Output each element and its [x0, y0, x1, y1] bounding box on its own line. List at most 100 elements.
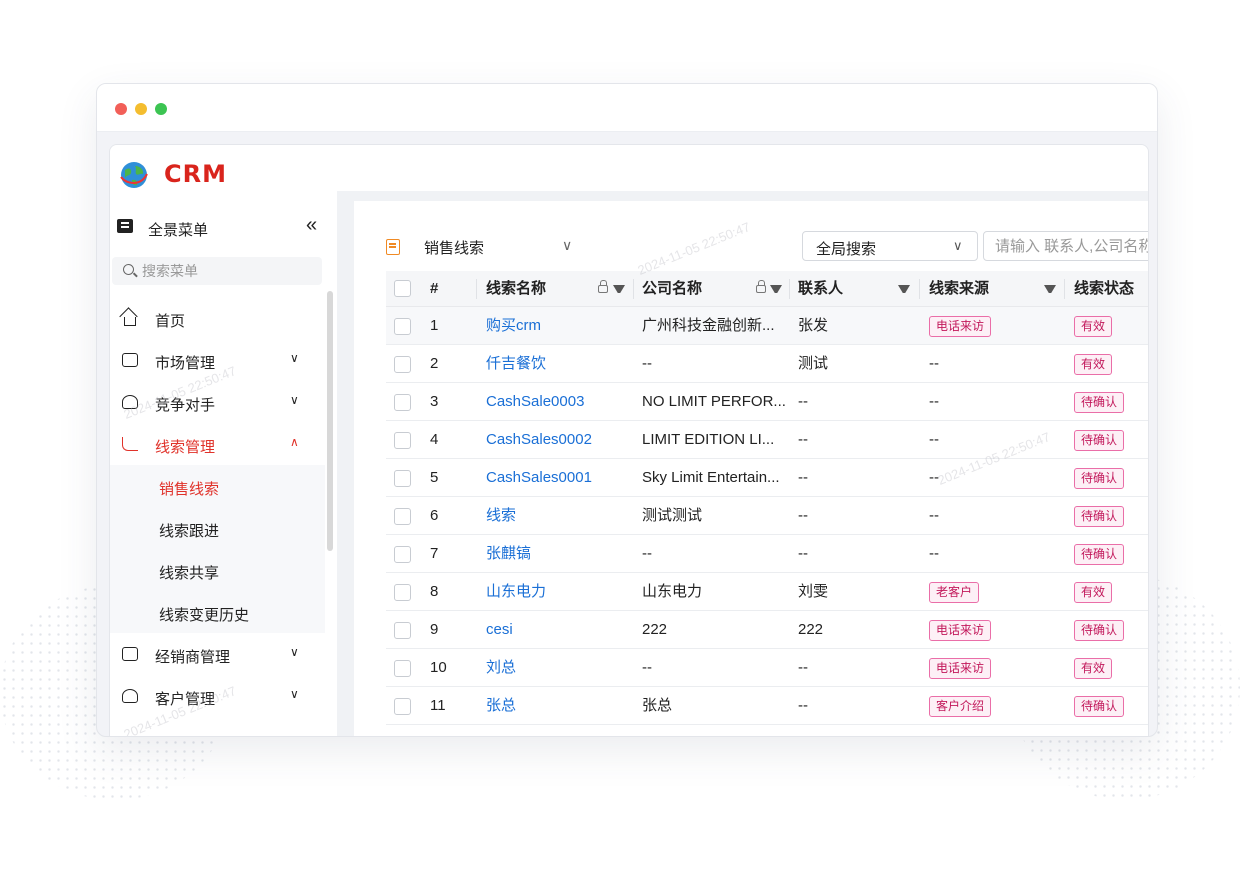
menu-search-input[interactable]	[142, 261, 312, 281]
main-panel: 销售线索 ∨ 全局搜索 ∨ # 线索名称 公司名称	[354, 201, 1148, 736]
customer-icon	[122, 689, 138, 703]
table-row[interactable]: 7 张麒镐 -- -- -- 待确认	[386, 535, 1148, 573]
filter-icon[interactable]	[898, 285, 910, 293]
table-row[interactable]: 5 CashSales0001 Sky Limit Entertain... -- --…	[386, 459, 1148, 497]
dealer-icon	[122, 647, 138, 661]
lock-icon[interactable]	[598, 280, 608, 293]
close-window-button[interactable]	[115, 103, 127, 115]
filter-icon[interactable]	[613, 285, 625, 293]
page-title[interactable]: 销售线索	[424, 237, 484, 258]
lead-name-link[interactable]: 山东电力	[486, 573, 546, 611]
sidebar-subitem-label: 线索跟进	[159, 523, 220, 540]
row-checkbox[interactable]	[394, 660, 411, 677]
home-icon	[124, 317, 136, 326]
lead-name-link[interactable]: 线索	[486, 497, 516, 535]
minimize-window-button[interactable]	[135, 103, 147, 115]
chevron-down-icon: ∨	[953, 238, 963, 253]
row-checkbox[interactable]	[394, 432, 411, 449]
source-cell: --	[929, 469, 939, 486]
table-row[interactable]: 8 山东电力 山东电力 刘雯 老客户 有效	[386, 573, 1148, 611]
lead-name-link[interactable]: CashSales0001	[486, 459, 592, 497]
sidebar-scrollbar[interactable]	[327, 291, 333, 551]
global-search-input[interactable]	[983, 231, 1148, 261]
status-badge: 待确认	[1074, 506, 1125, 527]
row-checkbox[interactable]	[394, 470, 411, 487]
sidebar-item-label: 市场管理	[155, 355, 216, 372]
select-all-checkbox[interactable]	[394, 280, 411, 297]
filter-icon[interactable]	[1044, 285, 1056, 293]
app-topbar: CRM	[110, 145, 1148, 191]
table-row[interactable]: 9 cesi 222 222 电话来访 待确认	[386, 611, 1148, 649]
lead-name-link[interactable]: CashSales0002	[486, 421, 592, 459]
sidebar-subitem-lead-sharing[interactable]: 线索共享	[110, 549, 325, 591]
row-index: 11	[430, 697, 446, 714]
company-cell: 山东电力	[642, 583, 703, 600]
table-row[interactable]: 2 仟吉餐饮 -- 测试 -- 有效	[386, 345, 1148, 383]
row-checkbox[interactable]	[394, 584, 411, 601]
row-checkbox[interactable]	[394, 318, 411, 335]
sidebar-subitem-lead-followup[interactable]: 线索跟进	[110, 507, 325, 549]
filter-icon[interactable]	[770, 285, 782, 293]
sidebar-item-customers[interactable]: 客户管理 ∨	[110, 675, 325, 717]
sidebar-header: 全景菜单 «	[110, 211, 337, 245]
row-index: 3	[430, 393, 439, 410]
contact-cell: --	[798, 507, 808, 524]
maximize-window-button[interactable]	[155, 103, 167, 115]
row-checkbox[interactable]	[394, 698, 411, 715]
row-checkbox[interactable]	[394, 508, 411, 525]
contact-cell: --	[798, 393, 808, 410]
sidebar-item-competitor[interactable]: 竞争对手 ∨	[110, 381, 325, 423]
company-cell: LIMIT EDITION LI...	[642, 431, 775, 448]
table-row[interactable]: 3 CashSale0003 NO LIMIT PERFOR... -- -- 待确认	[386, 383, 1148, 421]
sidebar-item-home[interactable]: 首页	[110, 297, 325, 339]
lead-name-link[interactable]: 购买crm	[486, 307, 541, 345]
lead-name-link[interactable]: cesi	[486, 611, 513, 649]
row-checkbox[interactable]	[394, 546, 411, 563]
table-row[interactable]: 4 CashSales0002 LIMIT EDITION LI... -- -- 待确认	[386, 421, 1148, 459]
sidebar-item-dealers[interactable]: 经销商管理 ∨	[110, 633, 325, 675]
sidebar-item-leads[interactable]: 线索管理 ∧	[110, 423, 325, 465]
column-header-lead-name[interactable]: 线索名称	[486, 271, 546, 307]
crm-app: CRM 全景菜单 « 首页 市场管理 ∨	[109, 144, 1149, 736]
collapse-sidebar-icon[interactable]: «	[306, 214, 317, 237]
table-row[interactable]: 11 张总 张总 -- 客户介绍 待确认	[386, 687, 1148, 725]
lead-name-link[interactable]: 张总	[486, 687, 516, 725]
contact-cell: 测试	[798, 355, 829, 372]
lead-name-link[interactable]: CashSale0003	[486, 383, 584, 421]
column-header-contact[interactable]: 联系人	[798, 271, 843, 307]
column-header-company[interactable]: 公司名称	[642, 271, 702, 307]
table-row[interactable]: 1 购买crm 广州科技金融创新... 张发 电话来访 有效	[386, 307, 1148, 345]
chevron-down-icon[interactable]: ∨	[562, 237, 572, 254]
company-cell: --	[642, 659, 652, 676]
sidebar-item-label: 客户管理	[155, 691, 216, 708]
row-checkbox[interactable]	[394, 622, 411, 639]
sidebar-subitem-lead-history[interactable]: 线索变更历史	[110, 591, 325, 633]
status-badge: 待确认	[1074, 696, 1125, 717]
column-divider	[1064, 279, 1065, 299]
company-cell: 广州科技金融创新...	[642, 317, 775, 334]
contact-cell: 张发	[798, 317, 829, 334]
lead-name-link[interactable]: 张麒镐	[486, 535, 531, 573]
search-icon	[123, 264, 134, 275]
column-header-source[interactable]: 线索来源	[929, 271, 989, 307]
lead-name-link[interactable]: 仟吉餐饮	[486, 345, 546, 383]
row-checkbox[interactable]	[394, 394, 411, 411]
table-row[interactable]: 6 线索 测试测试 -- -- 待确认	[386, 497, 1148, 535]
column-header-status[interactable]: 线索状态	[1074, 271, 1134, 307]
sidebar-item-label: 竞争对手	[155, 397, 216, 414]
contact-cell: 222	[798, 621, 824, 638]
row-index: 4	[430, 431, 439, 448]
sidebar-nav: 首页 市场管理 ∨ 竞争对手 ∨ 线索管理 ∧ 销售线索 线索跟进 线索共享 线…	[110, 297, 325, 717]
brand-logo-text: CRM	[164, 160, 227, 188]
table-row[interactable]: 10 刘总 -- -- 电话来访 有效	[386, 649, 1148, 687]
lead-name-link[interactable]: 刘总	[486, 649, 516, 687]
global-search-select[interactable]: 全局搜索 ∨	[802, 231, 978, 261]
source-tag: 电话来访	[929, 316, 992, 337]
sidebar-subitem-sales-leads[interactable]: 销售线索	[110, 465, 325, 507]
row-checkbox[interactable]	[394, 356, 411, 373]
contact-cell: --	[798, 545, 808, 562]
lock-icon[interactable]	[756, 280, 766, 293]
chevron-up-icon: ∧	[290, 435, 299, 449]
sidebar-item-market[interactable]: 市场管理 ∨	[110, 339, 325, 381]
sidebar-subitem-label: 销售线索	[159, 481, 220, 498]
